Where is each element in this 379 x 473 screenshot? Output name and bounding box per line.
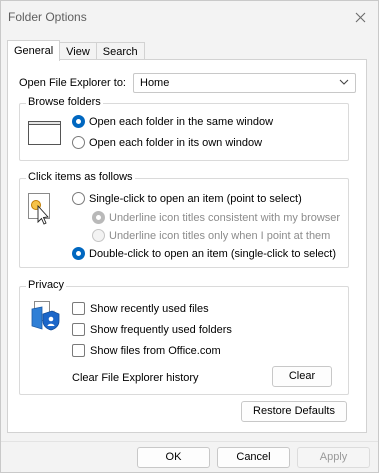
privacy-shield-icon bbox=[31, 301, 60, 331]
radio-underline-point[interactable]: Underline icon titles only when I point … bbox=[92, 229, 330, 242]
radio-indicator bbox=[72, 247, 85, 260]
open-explorer-label: Open File Explorer to: bbox=[19, 77, 126, 89]
clear-history-label: Clear File Explorer history bbox=[72, 372, 199, 384]
radio-double-click[interactable]: Double-click to open an item (single-cli… bbox=[72, 247, 336, 260]
radio-indicator bbox=[92, 229, 105, 242]
checkbox-frequent-folders-label: Show frequently used folders bbox=[90, 323, 232, 336]
radio-underline-point-label: Underline icon titles only when I point … bbox=[109, 229, 331, 242]
click-items-title: Click items as follows bbox=[26, 171, 135, 183]
cancel-button[interactable]: Cancel bbox=[217, 447, 290, 468]
window-icon bbox=[28, 121, 61, 145]
open-explorer-value: Home bbox=[140, 77, 170, 89]
clear-history-button[interactable]: Clear bbox=[272, 366, 332, 387]
ok-button[interactable]: OK bbox=[137, 447, 210, 468]
tab-general[interactable]: General bbox=[7, 40, 61, 61]
browse-folders-group: Browse folders Open each folder in the s… bbox=[19, 96, 349, 161]
radio-own-window[interactable]: Open each folder in its own window bbox=[72, 136, 262, 149]
browse-folders-title: Browse folders bbox=[26, 96, 103, 108]
apply-button[interactable]: Apply bbox=[297, 447, 370, 468]
close-icon bbox=[355, 12, 365, 22]
radio-single-click[interactable]: Single-click to open an item (point to s… bbox=[72, 192, 302, 205]
radio-indicator bbox=[92, 211, 105, 224]
footer-divider bbox=[1, 441, 378, 442]
window-title: Folder Options bbox=[8, 10, 87, 24]
checkbox-indicator bbox=[72, 302, 85, 315]
radio-indicator bbox=[72, 136, 85, 149]
folder-options-dialog: Folder Options General View Search Open … bbox=[0, 0, 379, 473]
checkbox-indicator bbox=[72, 323, 85, 336]
checkbox-recent-files[interactable]: Show recently used files bbox=[72, 302, 209, 315]
cursor-click-icon bbox=[28, 193, 50, 225]
radio-indicator bbox=[72, 115, 85, 128]
radio-same-window[interactable]: Open each folder in the same window bbox=[72, 115, 273, 128]
radio-same-window-label: Open each folder in the same window bbox=[89, 115, 274, 128]
restore-defaults-button[interactable]: Restore Defaults bbox=[241, 401, 347, 422]
privacy-title: Privacy bbox=[26, 279, 67, 291]
click-items-group: Click items as follows Single-click to o… bbox=[19, 171, 349, 268]
checkbox-indicator bbox=[72, 344, 85, 357]
radio-underline-browser[interactable]: Underline icon titles consistent with my… bbox=[92, 211, 340, 224]
checkbox-office-files[interactable]: Show files from Office.com bbox=[72, 344, 221, 357]
radio-single-click-label: Single-click to open an item (point to s… bbox=[89, 192, 302, 205]
checkbox-recent-files-label: Show recently used files bbox=[90, 302, 209, 315]
close-button[interactable] bbox=[350, 7, 370, 27]
tab-strip: General View Search bbox=[7, 40, 145, 61]
general-tab-panel: Open File Explorer to: Home Browse folde… bbox=[7, 59, 367, 433]
radio-indicator bbox=[72, 192, 85, 205]
chevron-down-icon bbox=[339, 79, 349, 85]
open-explorer-dropdown[interactable]: Home bbox=[133, 73, 356, 93]
checkbox-office-files-label: Show files from Office.com bbox=[90, 344, 221, 357]
radio-own-window-label: Open each folder in its own window bbox=[89, 136, 263, 149]
title-bar: Folder Options bbox=[1, 1, 378, 33]
radio-underline-browser-label: Underline icon titles consistent with my… bbox=[109, 211, 341, 224]
checkbox-frequent-folders[interactable]: Show frequently used folders bbox=[72, 323, 232, 336]
radio-double-click-label: Double-click to open an item (single-cli… bbox=[89, 247, 336, 260]
privacy-group: Privacy Show recently used files Show fr… bbox=[19, 279, 349, 395]
